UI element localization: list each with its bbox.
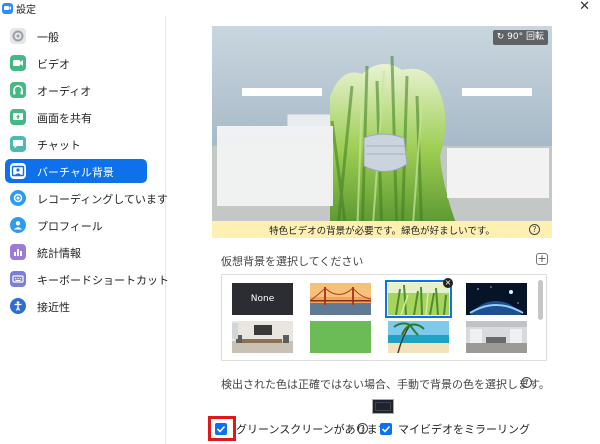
record-icon — [10, 190, 26, 206]
virtual-background-icon — [10, 163, 26, 179]
sidebar-item-virtual-background[interactable]: バーチャル背景 — [5, 159, 147, 183]
sidebar-item-accessibility[interactable]: 接近性 — [5, 294, 147, 318]
background-beach-thumbnail[interactable] — [388, 321, 449, 353]
background-list-scrollbar[interactable] — [538, 280, 543, 320]
sidebar-item-label: 一般 — [37, 31, 59, 44]
sidebar-item-profile[interactable]: プロフィール — [5, 213, 147, 237]
background-golden-gate-thumbnail[interactable] — [310, 283, 371, 315]
profile-icon — [10, 217, 26, 233]
sidebar-item-label: レコーディングしています — [37, 193, 168, 206]
camera-preview-image — [212, 26, 552, 238]
sidebar-item-general[interactable]: 一般 — [5, 24, 147, 48]
settings-sidebar: 一般 ビデオ オーディオ 画面を共有 チャット バーチャル背景 レコーディングし… — [0, 16, 169, 444]
sidebar-item-keyboard-shortcuts[interactable]: キーボードショートカット — [5, 267, 169, 291]
keyboard-icon — [10, 271, 26, 287]
background-thumbnail-list: None × — [221, 274, 547, 361]
sidebar-item-recording[interactable]: レコーディングしています — [5, 186, 168, 210]
sidebar-item-share-screen[interactable]: 画面を共有 — [5, 105, 147, 129]
rotate-90-button[interactable]: ↻ 90° 回転 — [492, 30, 548, 45]
close-button[interactable]: ✕ — [579, 0, 590, 14]
sidebar-item-chat[interactable]: チャット — [5, 132, 147, 156]
sidebar-item-label: ビデオ — [37, 58, 70, 71]
annotation-highlight-box — [208, 416, 236, 441]
sidebar-item-label: 接近性 — [37, 301, 70, 314]
mirror-video-checkbox[interactable] — [380, 423, 392, 435]
share-screen-icon — [10, 109, 26, 125]
sidebar-item-label: チャット — [37, 139, 81, 152]
background-none-thumbnail[interactable]: None — [232, 283, 293, 315]
sidebar-item-label: キーボードショートカット — [37, 274, 169, 287]
zoom-app-icon — [2, 3, 13, 14]
background-grass-thumbnail[interactable] — [385, 280, 452, 318]
checkmark-icon — [381, 425, 391, 433]
accessibility-icon — [10, 298, 26, 314]
mirror-video-label: マイビデオをミラーリング — [398, 423, 530, 436]
detect-color-text: 検出された色は正確ではない場合、手動で背景の色を選択します。 — [221, 378, 550, 391]
title-bar: 設定 ✕ — [0, 0, 600, 16]
background-earth-thumbnail[interactable] — [466, 283, 527, 315]
background-office-hall-thumbnail[interactable] — [466, 321, 527, 353]
sidebar-item-label: 画面を共有 — [37, 112, 92, 125]
warning-text: 特色ビデオの背景が必要です。緑色が好ましいです。 — [269, 226, 495, 237]
help-icon[interactable]: ? — [357, 423, 368, 434]
add-background-button[interactable]: + — [536, 253, 548, 265]
headphones-icon — [10, 82, 26, 98]
green-screen-warning: 特色ビデオの背景が必要です。緑色が好ましいです。 ? — [212, 221, 552, 238]
sidebar-item-statistics[interactable]: 統計情報 — [5, 240, 147, 264]
background-green-screen-thumbnail[interactable] — [310, 321, 371, 353]
window-title: 設定 — [16, 5, 36, 16]
statistics-icon — [10, 244, 26, 260]
sidebar-item-audio[interactable]: オーディオ — [5, 78, 147, 102]
sidebar-item-video[interactable]: ビデオ — [5, 51, 147, 75]
gear-icon — [10, 28, 26, 44]
sidebar-item-label: バーチャル背景 — [37, 166, 114, 179]
remove-background-button[interactable]: × — [443, 278, 453, 288]
sidebar-item-label: 統計情報 — [37, 247, 81, 260]
help-icon[interactable]: ? — [529, 224, 540, 235]
background-color-picker[interactable] — [372, 399, 394, 414]
video-icon — [10, 55, 26, 71]
help-icon[interactable]: ? — [521, 377, 532, 388]
sidebar-item-label: オーディオ — [37, 85, 92, 98]
background-office-room-thumbnail[interactable] — [232, 321, 293, 353]
choose-background-label: 仮想背景を選択してください — [221, 255, 364, 268]
video-preview: ↻ 90° 回転 特色ビデオの背景が必要です。緑色が好ましいです。 ? — [212, 26, 552, 238]
sidebar-item-label: プロフィール — [37, 220, 103, 233]
chat-icon — [10, 136, 26, 152]
